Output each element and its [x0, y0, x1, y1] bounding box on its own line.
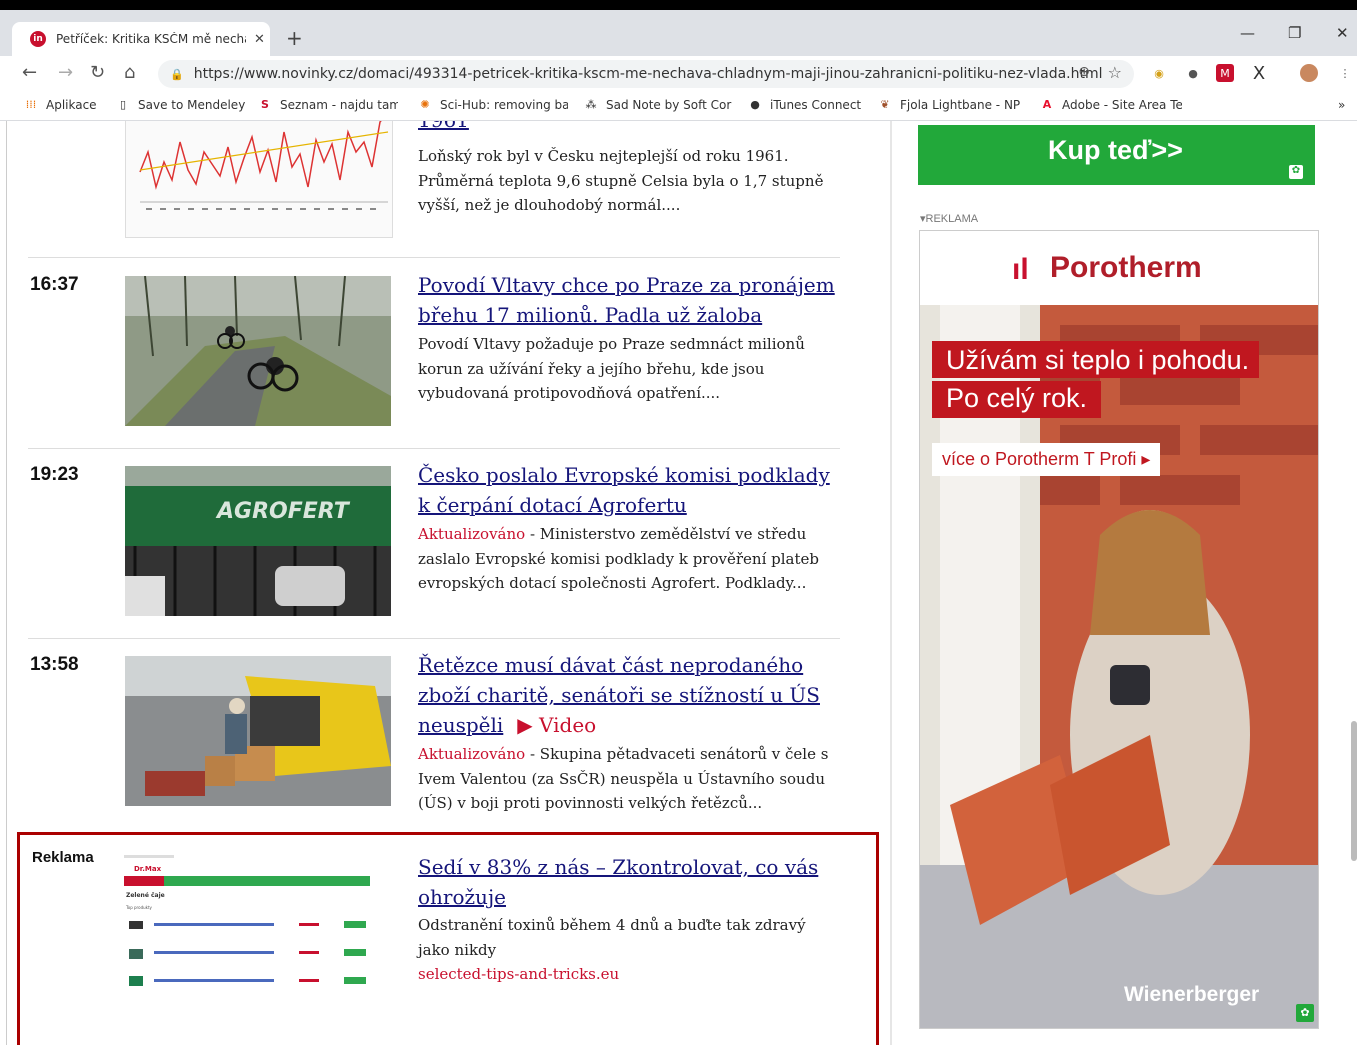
wienerberger-logo: Wienerberger [1124, 983, 1260, 1006]
browser-tab-active[interactable]: in Petříček: Kritika KSČM mě nechá ✕ [12, 22, 270, 56]
drmax-logo: Dr.Max [134, 865, 162, 873]
ad-label: Reklama [32, 849, 94, 866]
dots-icon: ⁂ [585, 98, 597, 111]
window-top-edge [0, 0, 1357, 10]
adobe-icon: A [1042, 98, 1052, 111]
apps-grid-icon: ⁞⁞⁞ [25, 98, 37, 111]
page-icon: ▯ [119, 98, 127, 111]
porotherm-header: ıl Porotherm [920, 231, 1318, 305]
seznam-icon: S [261, 98, 269, 111]
menu-kebab-icon[interactable]: ⋮ [1336, 64, 1354, 82]
bookmark-item[interactable]: ❦ Fjola Lightbane - NP [878, 98, 1020, 112]
bookmark-item[interactable]: S Seznam - najdu tam, [258, 98, 398, 112]
bookmark-item[interactable]: ✺ Sci-Hub: removing ba [418, 98, 568, 112]
back-icon[interactable]: ← [22, 62, 37, 83]
home-icon[interactable]: ⌂ [124, 62, 135, 83]
thumb-heading: Zelené čaje [126, 892, 165, 899]
porotherm-logo-icon: ıl [1012, 253, 1029, 286]
ad-source-link[interactable]: selected-tips-and-tricks.eu [418, 962, 838, 987]
buy-now-button[interactable]: Kup teď>> [1048, 135, 1183, 166]
close-window-icon[interactable]: ✕ [1336, 24, 1349, 42]
bookmark-item[interactable]: ● iTunes Connect [748, 98, 861, 112]
lock-icon: 🔒 [170, 67, 184, 81]
ad-text: Odstranění toxinů během 4 dnů a buďte ta… [418, 916, 806, 959]
article-time: 13:58 [30, 654, 79, 675]
extension-mendeley-icon[interactable]: M [1216, 64, 1234, 82]
article-title[interactable]: Česko poslalo Evropské komisi podklady k… [418, 460, 838, 520]
zoom-icon[interactable]: ⊕ [1078, 64, 1090, 80]
reklama-label: ▾REKLAMA [920, 213, 979, 225]
porotherm-headline-2: Po celý rok. [932, 381, 1102, 418]
bookmark-item[interactable]: ▯ Save to Mendeley [116, 98, 245, 112]
forward-icon[interactable]: → [58, 62, 73, 83]
page-content: 1961 Loňský rok byl v Česku nejteplejší … [0, 121, 1357, 1045]
article-separator [28, 257, 840, 258]
left-edge-line [6, 121, 7, 1045]
profile-avatar[interactable] [1300, 64, 1318, 82]
agrofert-sign: AGROFERT [215, 499, 351, 524]
temperature-chart-thumbnail[interactable] [125, 121, 393, 238]
article-title[interactable]: 1961 [418, 121, 838, 135]
sponsored-article-box: Reklama Dr.Max Zelené čaje Top produkty … [17, 832, 879, 1045]
close-tab-icon[interactable]: ✕ [254, 32, 265, 47]
thumb-subheading: Top produkty [125, 905, 153, 910]
article-perex: Povodí Vltavy požaduje po Praze sedmnáct… [418, 335, 805, 402]
article-perex: Loňský rok byl v Česku nejteplejší od ro… [418, 147, 824, 214]
article-perex: Aktualizováno - Ministerstvo zemědělství… [418, 525, 819, 592]
bookmark-star-icon[interactable]: ☆ [1108, 63, 1122, 82]
agrofert-building-photo[interactable]: AGROFERT [125, 466, 391, 616]
browser-toolbar: ← → ↻ ⌂ 🔒 https://www.novinky.cz/domaci/… [0, 56, 1357, 92]
extension-eye-icon[interactable]: ◉ [1150, 64, 1168, 82]
drmax-thumbnail[interactable]: Dr.Max Zelené čaje Top produkty [124, 851, 370, 1001]
article-title[interactable]: Povodí Vltavy chce po Praze za pronájem … [418, 270, 838, 330]
extension-x-icon[interactable]: X [1250, 63, 1268, 84]
updated-label: Aktualizováno [418, 525, 526, 543]
article-time: 16:37 [30, 274, 79, 295]
porotherm-ad[interactable]: ıl Porotherm Užívám si teplo i pohodu. P… [919, 230, 1319, 1029]
article-separator [28, 448, 840, 449]
sklik-paw-icon[interactable]: ✿ [1296, 1004, 1314, 1022]
article-title[interactable]: Řetězce musí dávat část neprodaného zbož… [418, 650, 838, 740]
page-scrollbar[interactable] [1351, 721, 1357, 861]
green-banner-ad[interactable]: Kup teď>> ✿ [918, 125, 1315, 185]
restore-icon[interactable]: ❐ [1288, 24, 1301, 42]
more-bookmarks-icon[interactable]: » [1338, 98, 1345, 112]
bookmark-item[interactable]: ⁂ Sad Note by Soft Cor [584, 98, 734, 112]
tab-title: Petříček: Kritika KSČM mě nechá [56, 32, 246, 46]
video-link[interactable]: ▶ Video [517, 710, 596, 740]
new-tab-icon[interactable]: + [286, 26, 303, 50]
extension-bulb-icon[interactable]: ● [1184, 64, 1202, 82]
charity-van-photo[interactable] [125, 656, 391, 806]
cyclists-photo[interactable] [125, 276, 391, 426]
article-separator [28, 638, 840, 639]
minimize-icon[interactable]: — [1240, 24, 1255, 42]
tab-strip: in Petříček: Kritika KSČM mě nechá ✕ + —… [0, 10, 1357, 56]
porotherm-brand: Porotherm [1050, 251, 1202, 284]
url-text: https://www.novinky.cz/domaci/493314-pet… [193, 66, 1103, 82]
bookmark-item[interactable]: A Adobe - Site Area Te [1040, 98, 1182, 112]
porotherm-headline-1: Užívám si teplo i pohodu. [932, 341, 1260, 378]
novinky-favicon-icon: in [30, 31, 46, 47]
column-divider [890, 121, 892, 1045]
scihub-icon: ✺ [420, 98, 430, 111]
bookmarks-bar: ⁞⁞⁞ Aplikace ▯ Save to Mendeley S Seznam - … [0, 92, 1357, 121]
leaf-icon: ❦ [880, 98, 890, 111]
bookmark-item[interactable]: ⁞⁞⁞ Aplikace [24, 98, 97, 112]
article-perex: Aktualizováno - Skupina pětadvaceti sená… [418, 745, 829, 812]
address-bar[interactable]: 🔒 https://www.novinky.cz/domaci/493314-p… [158, 60, 1134, 88]
reload-icon[interactable]: ↻ [90, 62, 105, 83]
sklik-paw-icon[interactable]: ✿ [1289, 165, 1303, 179]
ad-title[interactable]: Sedí v 83% z nás – Zkontrolovat, co vás … [418, 852, 838, 912]
apple-icon: ● [750, 98, 760, 111]
porotherm-more-link[interactable]: více o Porotherm T Profi ▸ [932, 443, 1161, 476]
article-time: 19:23 [30, 464, 79, 485]
updated-label: Aktualizováno [418, 745, 526, 763]
